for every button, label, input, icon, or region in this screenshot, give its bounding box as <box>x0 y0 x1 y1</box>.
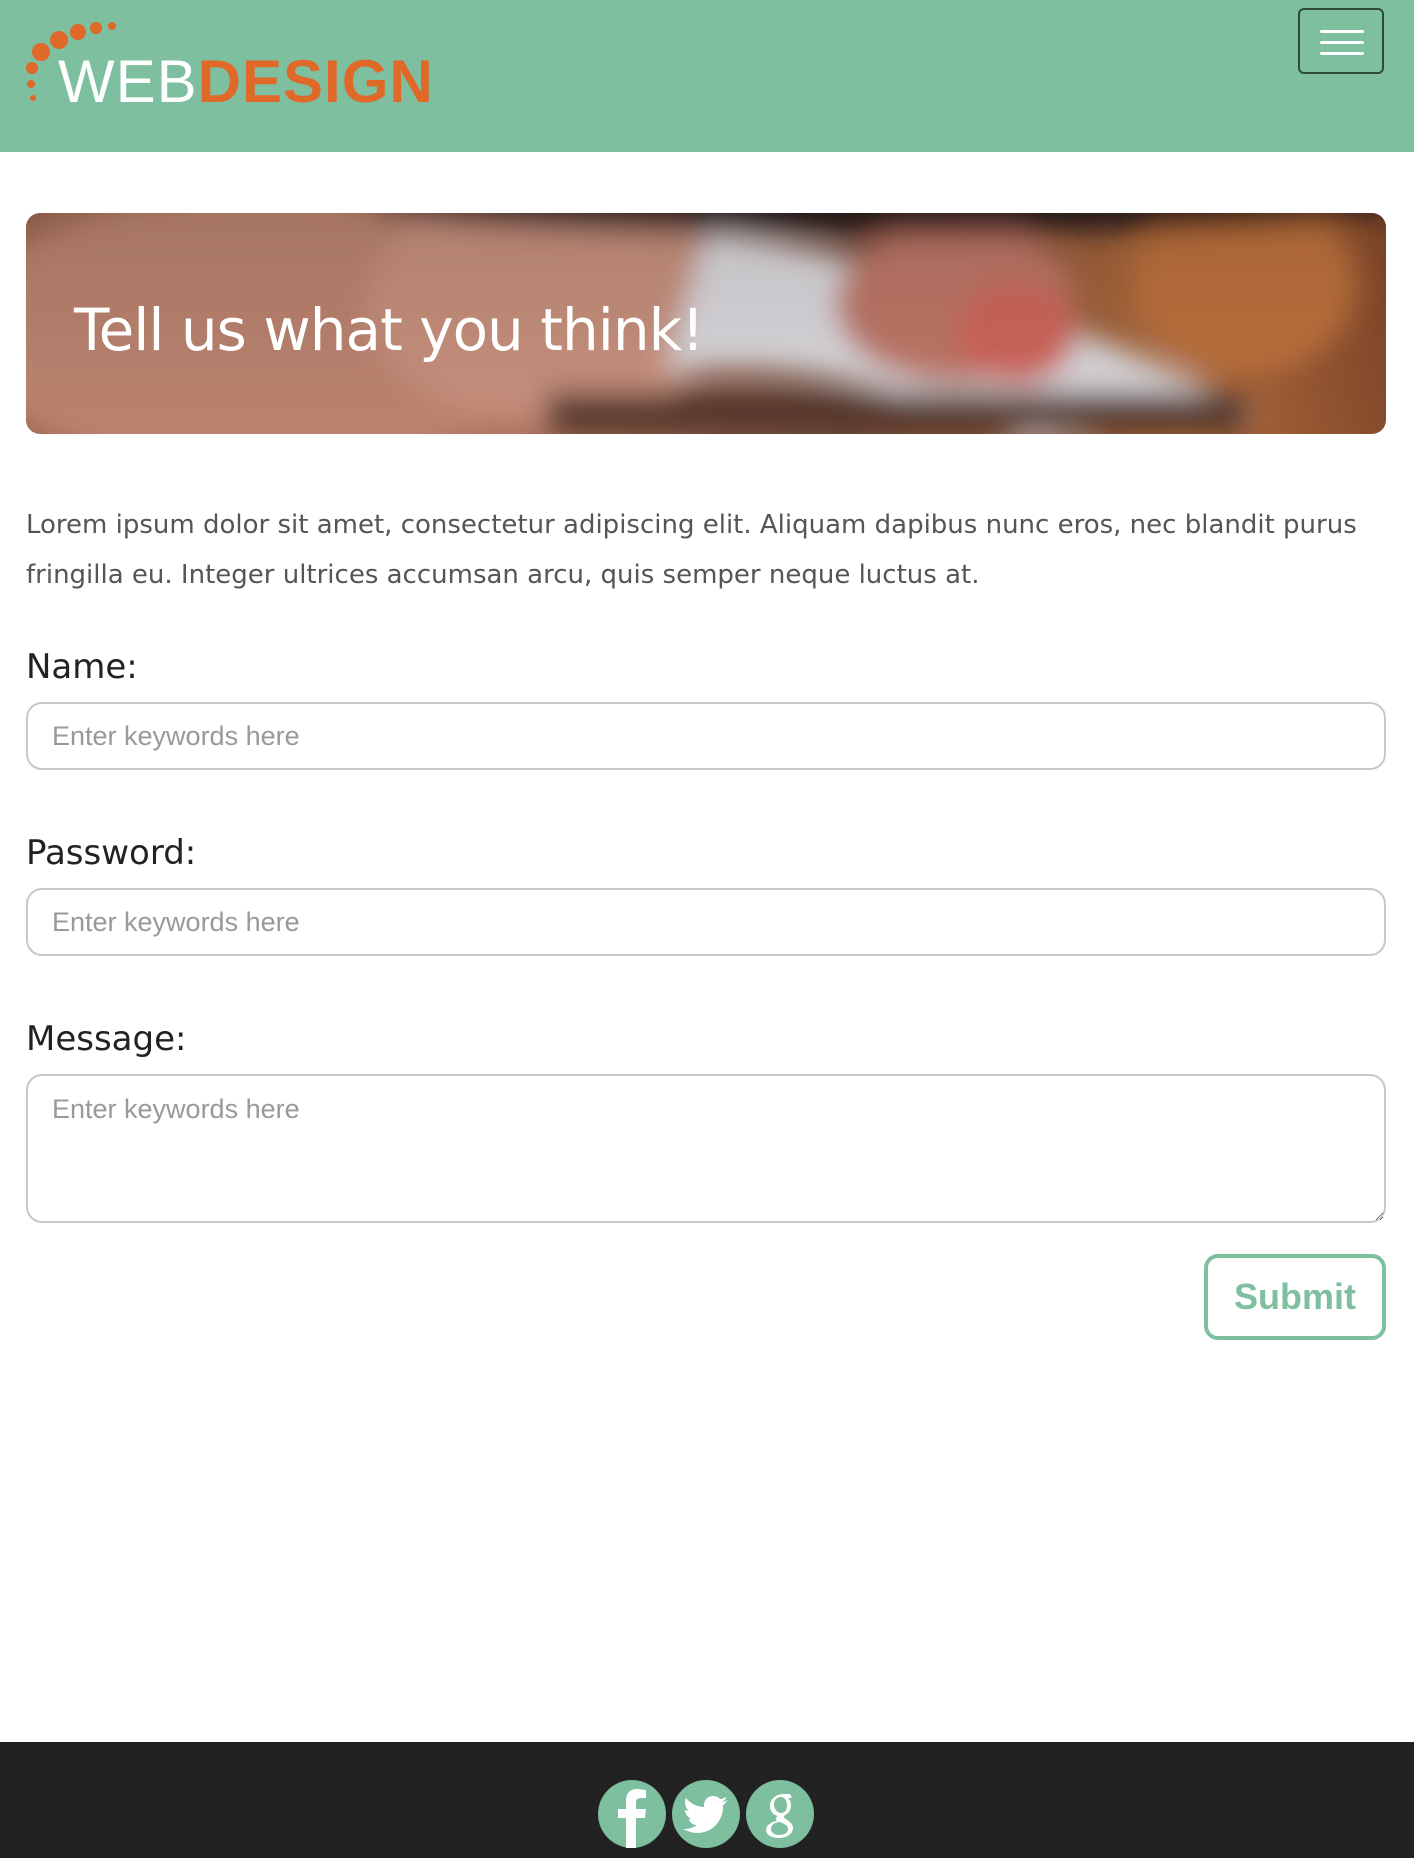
name-input[interactable] <box>26 702 1386 770</box>
hamburger-menu-icon <box>1320 41 1364 44</box>
message-label: Message: <box>26 1019 187 1059</box>
twitter-icon <box>672 1780 740 1848</box>
facebook-link[interactable] <box>598 1780 666 1848</box>
hero-banner: Tell us what you think! <box>26 213 1386 434</box>
logo-text-design: DESIGN <box>197 48 434 115</box>
hamburger-menu-icon <box>1320 30 1364 33</box>
logo-text: WEBDESIGN <box>58 52 434 112</box>
submit-button[interactable]: Submit <box>1204 1254 1386 1340</box>
menu-toggle-button[interactable] <box>1298 8 1384 74</box>
name-label: Name: <box>26 647 138 687</box>
twitter-link[interactable] <box>672 1780 740 1848</box>
google-link[interactable] <box>746 1780 814 1848</box>
facebook-icon <box>598 1780 666 1848</box>
intro-paragraph: Lorem ipsum dolor sit amet, consectetur … <box>26 510 1357 590</box>
hamburger-menu-icon <box>1320 52 1364 55</box>
google-icon <box>746 1780 814 1848</box>
site-logo[interactable]: WEBDESIGN <box>24 18 444 118</box>
site-footer <box>0 1742 1414 1858</box>
password-label: Password: <box>26 833 197 873</box>
password-input[interactable] <box>26 888 1386 956</box>
site-header: WEBDESIGN <box>0 0 1414 152</box>
message-textarea[interactable] <box>26 1074 1386 1223</box>
hero-title: Tell us what you think! <box>74 296 704 364</box>
logo-text-web: WEB <box>58 48 198 115</box>
